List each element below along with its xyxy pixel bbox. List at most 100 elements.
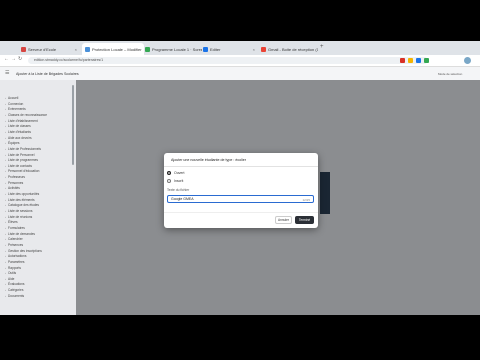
browser-tab[interactable]: Programme Locale 1 · ScreenS...× [142, 43, 202, 55]
extension-icon[interactable] [400, 58, 405, 63]
sidebar-item-label: Liste de Personnel [8, 152, 35, 157]
extension-icon[interactable] [416, 58, 421, 63]
sidebar-item-label: Liste des éléments [8, 197, 35, 202]
sidebar-item[interactable]: › Liste de Personnel [5, 153, 34, 157]
sidebar-item[interactable]: › Evénements [5, 107, 26, 111]
favicon-icon [145, 46, 150, 52]
favicon-icon [21, 46, 26, 52]
sidebar-item[interactable]: › Élèves [5, 220, 18, 224]
sidebar-item[interactable]: › Liste de réunions [5, 215, 32, 219]
option-inscrit[interactable]: Inscrit [167, 179, 183, 183]
sidebar-item-label: Catalogue des études [8, 203, 40, 208]
extension-icon[interactable] [424, 58, 429, 63]
sidebar-item[interactable]: › Documents [5, 294, 24, 298]
chevron-right-icon: › [5, 101, 6, 106]
chevron-right-icon: › [5, 214, 6, 219]
close-tab-icon[interactable]: × [253, 47, 255, 52]
browser-tab[interactable]: Editer × [200, 43, 258, 55]
sidebar-item-label: Présences [8, 242, 24, 247]
sidebar-item[interactable]: › Activités [5, 186, 20, 190]
sidebar-item[interactable]: › Liste de demandes [5, 232, 35, 236]
chevron-right-icon: › [5, 209, 6, 213]
chevron-right-icon: › [5, 248, 6, 253]
sidebar-item[interactable]: › Classes de reconnaissance [5, 113, 47, 117]
save-button[interactable]: Terminé [295, 216, 314, 224]
extension-icon[interactable] [408, 58, 413, 63]
sidebar-item[interactable]: › Présences [5, 243, 23, 247]
chevron-right-icon: › [5, 107, 6, 112]
option-ouvert[interactable]: Ouvert [167, 171, 185, 175]
sidebar-item[interactable]: › Liste de programmes [5, 158, 38, 162]
sidebar-item-label: Liste d'établissement [8, 118, 38, 123]
sidebar-item[interactable]: › Connexion [5, 102, 23, 106]
sidebar-item-label: Liste de classes [8, 124, 31, 129]
sidebar-item[interactable]: › Équipes [5, 141, 20, 145]
field-label: Texte du fichier [167, 188, 190, 192]
sidebar-item[interactable]: › Catalogue des études [5, 203, 39, 207]
new-tab-icon[interactable]: + [320, 44, 324, 50]
cancel-button[interactable]: Annuler [275, 216, 292, 224]
forward-icon[interactable]: → [11, 56, 16, 62]
sidebar-item[interactable]: › Liste des éléments [5, 198, 35, 202]
sidebar-item[interactable]: › Liste de contacts [5, 164, 32, 168]
radio-selected-icon[interactable] [167, 171, 171, 175]
sidebar-item[interactable]: › Rapports [5, 266, 21, 270]
sidebar-item[interactable]: › Personnes [5, 181, 23, 185]
sidebar-item[interactable]: › Aide aux devoirs [5, 136, 32, 140]
sidebar-item-label: Connexion [8, 101, 24, 106]
sidebar-item[interactable]: › Liste d'étudiants [5, 130, 31, 134]
sidebar-item[interactable]: › Gestion des inscriptions [5, 249, 42, 253]
sidebar-item[interactable]: › Aide [5, 277, 14, 281]
chevron-right-icon: › [5, 265, 6, 270]
sidebar-item[interactable]: › Liste des opportunités [5, 192, 39, 196]
sidebar-item[interactable]: › Outils [5, 271, 16, 275]
chevron-right-icon: › [5, 152, 6, 157]
sidebar-item[interactable]: › Catégories [5, 288, 23, 292]
sidebar-item[interactable]: › Professeurs [5, 175, 25, 179]
sidebar-item-label: Aide [8, 276, 15, 281]
sidebar-item-label: Gestion des inscriptions [8, 248, 42, 253]
menu-icon[interactable]: ☰ [5, 70, 9, 76]
sidebar-item-label: Évaluations [8, 282, 25, 287]
input-value: Google GMEA [171, 197, 194, 201]
chevron-right-icon: › [5, 129, 6, 134]
sidebar-item-label: Liste de Professionnels [8, 146, 41, 151]
sidebar-item[interactable]: › Liste de sessions [5, 209, 32, 213]
text-input[interactable]: Google GMEA 12/25 [167, 195, 314, 203]
chevron-right-icon: › [5, 112, 6, 117]
address-bar[interactable]: edition.stmaddy.cc/scolarme/fo/partenair… [28, 57, 428, 64]
sidebar-item-label: Aide aux devoirs [8, 135, 32, 140]
sidebar-item[interactable]: › Formulaires [5, 226, 25, 230]
chevron-right-icon: › [5, 197, 6, 202]
sidebar-item[interactable]: › Liste de classes [5, 124, 31, 128]
sidebar-item-label: Classes de reconnaissance [8, 112, 47, 117]
sidebar-item[interactable]: › Liste d'établissement [5, 119, 38, 123]
close-tab-icon[interactable]: × [75, 47, 77, 52]
browser-tab[interactable]: Protection Locale – Modifier× [82, 43, 144, 55]
chevron-right-icon: › [5, 141, 6, 146]
option-label: Ouvert [174, 171, 185, 175]
radio-unselected-icon[interactable] [167, 179, 171, 183]
chevron-right-icon: › [5, 225, 6, 230]
browser-tab[interactable]: Serveur d'Ecole × [18, 43, 80, 55]
sidebar-item[interactable]: › Liste de Professionnels [5, 147, 41, 151]
reload-icon[interactable]: ↻ [18, 56, 22, 62]
sidebar-item[interactable]: › Accueil [5, 96, 18, 100]
sidebar-item[interactable]: › Paramètres [5, 260, 24, 264]
sidebar-item-label: Liste d'étudiants [8, 129, 31, 134]
sidebar-item-label: Personnes [8, 180, 24, 185]
back-icon[interactable]: ← [4, 56, 9, 62]
sidebar-item[interactable]: › Autorisations [5, 254, 26, 258]
sidebar-item-label: Liste de sessions [8, 209, 33, 213]
sidebar-item-label: Rapports [8, 265, 21, 270]
sidebar-scrollbar[interactable] [72, 85, 74, 165]
sidebar-item-label: Evénements [8, 107, 26, 112]
sidebar-item[interactable]: › Personnel d'éducation [5, 169, 39, 173]
chevron-right-icon: › [5, 118, 6, 123]
mode-selector[interactable]: Mode de sélection [438, 72, 462, 76]
sidebar-item[interactable]: › Calendrier [5, 237, 23, 241]
sidebar-item-label: Calendrier [8, 237, 23, 242]
browser-tab[interactable]: Gmail - Boite de réception (1)× [258, 43, 318, 55]
profile-avatar[interactable] [464, 57, 471, 64]
sidebar-item[interactable]: › Évaluations [5, 282, 24, 286]
